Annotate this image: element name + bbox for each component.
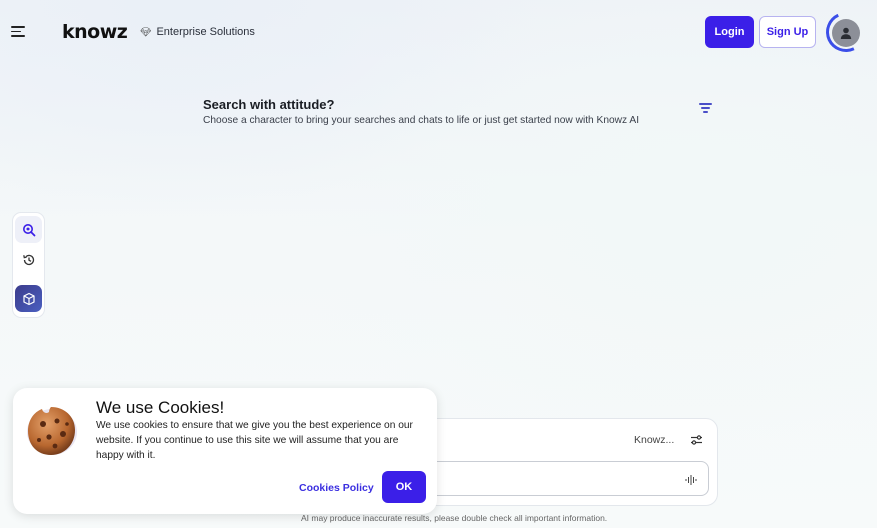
avatar[interactable] (832, 19, 860, 47)
hero-title: Search with attitude? (203, 97, 335, 112)
search-ai-icon (22, 223, 35, 236)
cookie-icon (25, 404, 78, 457)
user-icon (840, 27, 852, 39)
filter-icon[interactable] (699, 103, 712, 113)
sidebar-item-history[interactable] (15, 246, 42, 273)
cookie-ok-button[interactable]: OK (382, 471, 426, 503)
chat-input[interactable] (410, 461, 709, 496)
cookies-policy-link[interactable]: Cookies Policy (299, 482, 374, 494)
enterprise-label: Enterprise Solutions (156, 26, 255, 38)
hero-subtitle: Choose a character to bring your searche… (203, 115, 640, 126)
sidebar-item-search[interactable] (15, 216, 42, 243)
cookie-text: We use cookies to ensure that we give yo… (96, 420, 413, 461)
model-selector[interactable]: Knowz... (634, 434, 674, 446)
sidebar-item-workspace[interactable] (15, 285, 42, 312)
diamond-icon: 💎︎ (140, 26, 152, 37)
brand-logo[interactable]: knowz (62, 21, 128, 43)
signup-button[interactable]: Sign Up (759, 16, 816, 48)
menu-icon[interactable] (11, 26, 25, 40)
history-icon (22, 254, 34, 265)
voice-wave-icon[interactable] (685, 473, 697, 491)
enterprise-link[interactable]: 💎︎ Enterprise Solutions (140, 26, 255, 38)
login-button[interactable]: Login (705, 16, 754, 48)
disclaimer-text: AI may produce inaccurate results, pleas… (301, 513, 608, 523)
settings-sliders-icon[interactable] (690, 433, 703, 445)
cube-icon (22, 292, 35, 305)
cookie-title: We use Cookies! (96, 398, 225, 417)
